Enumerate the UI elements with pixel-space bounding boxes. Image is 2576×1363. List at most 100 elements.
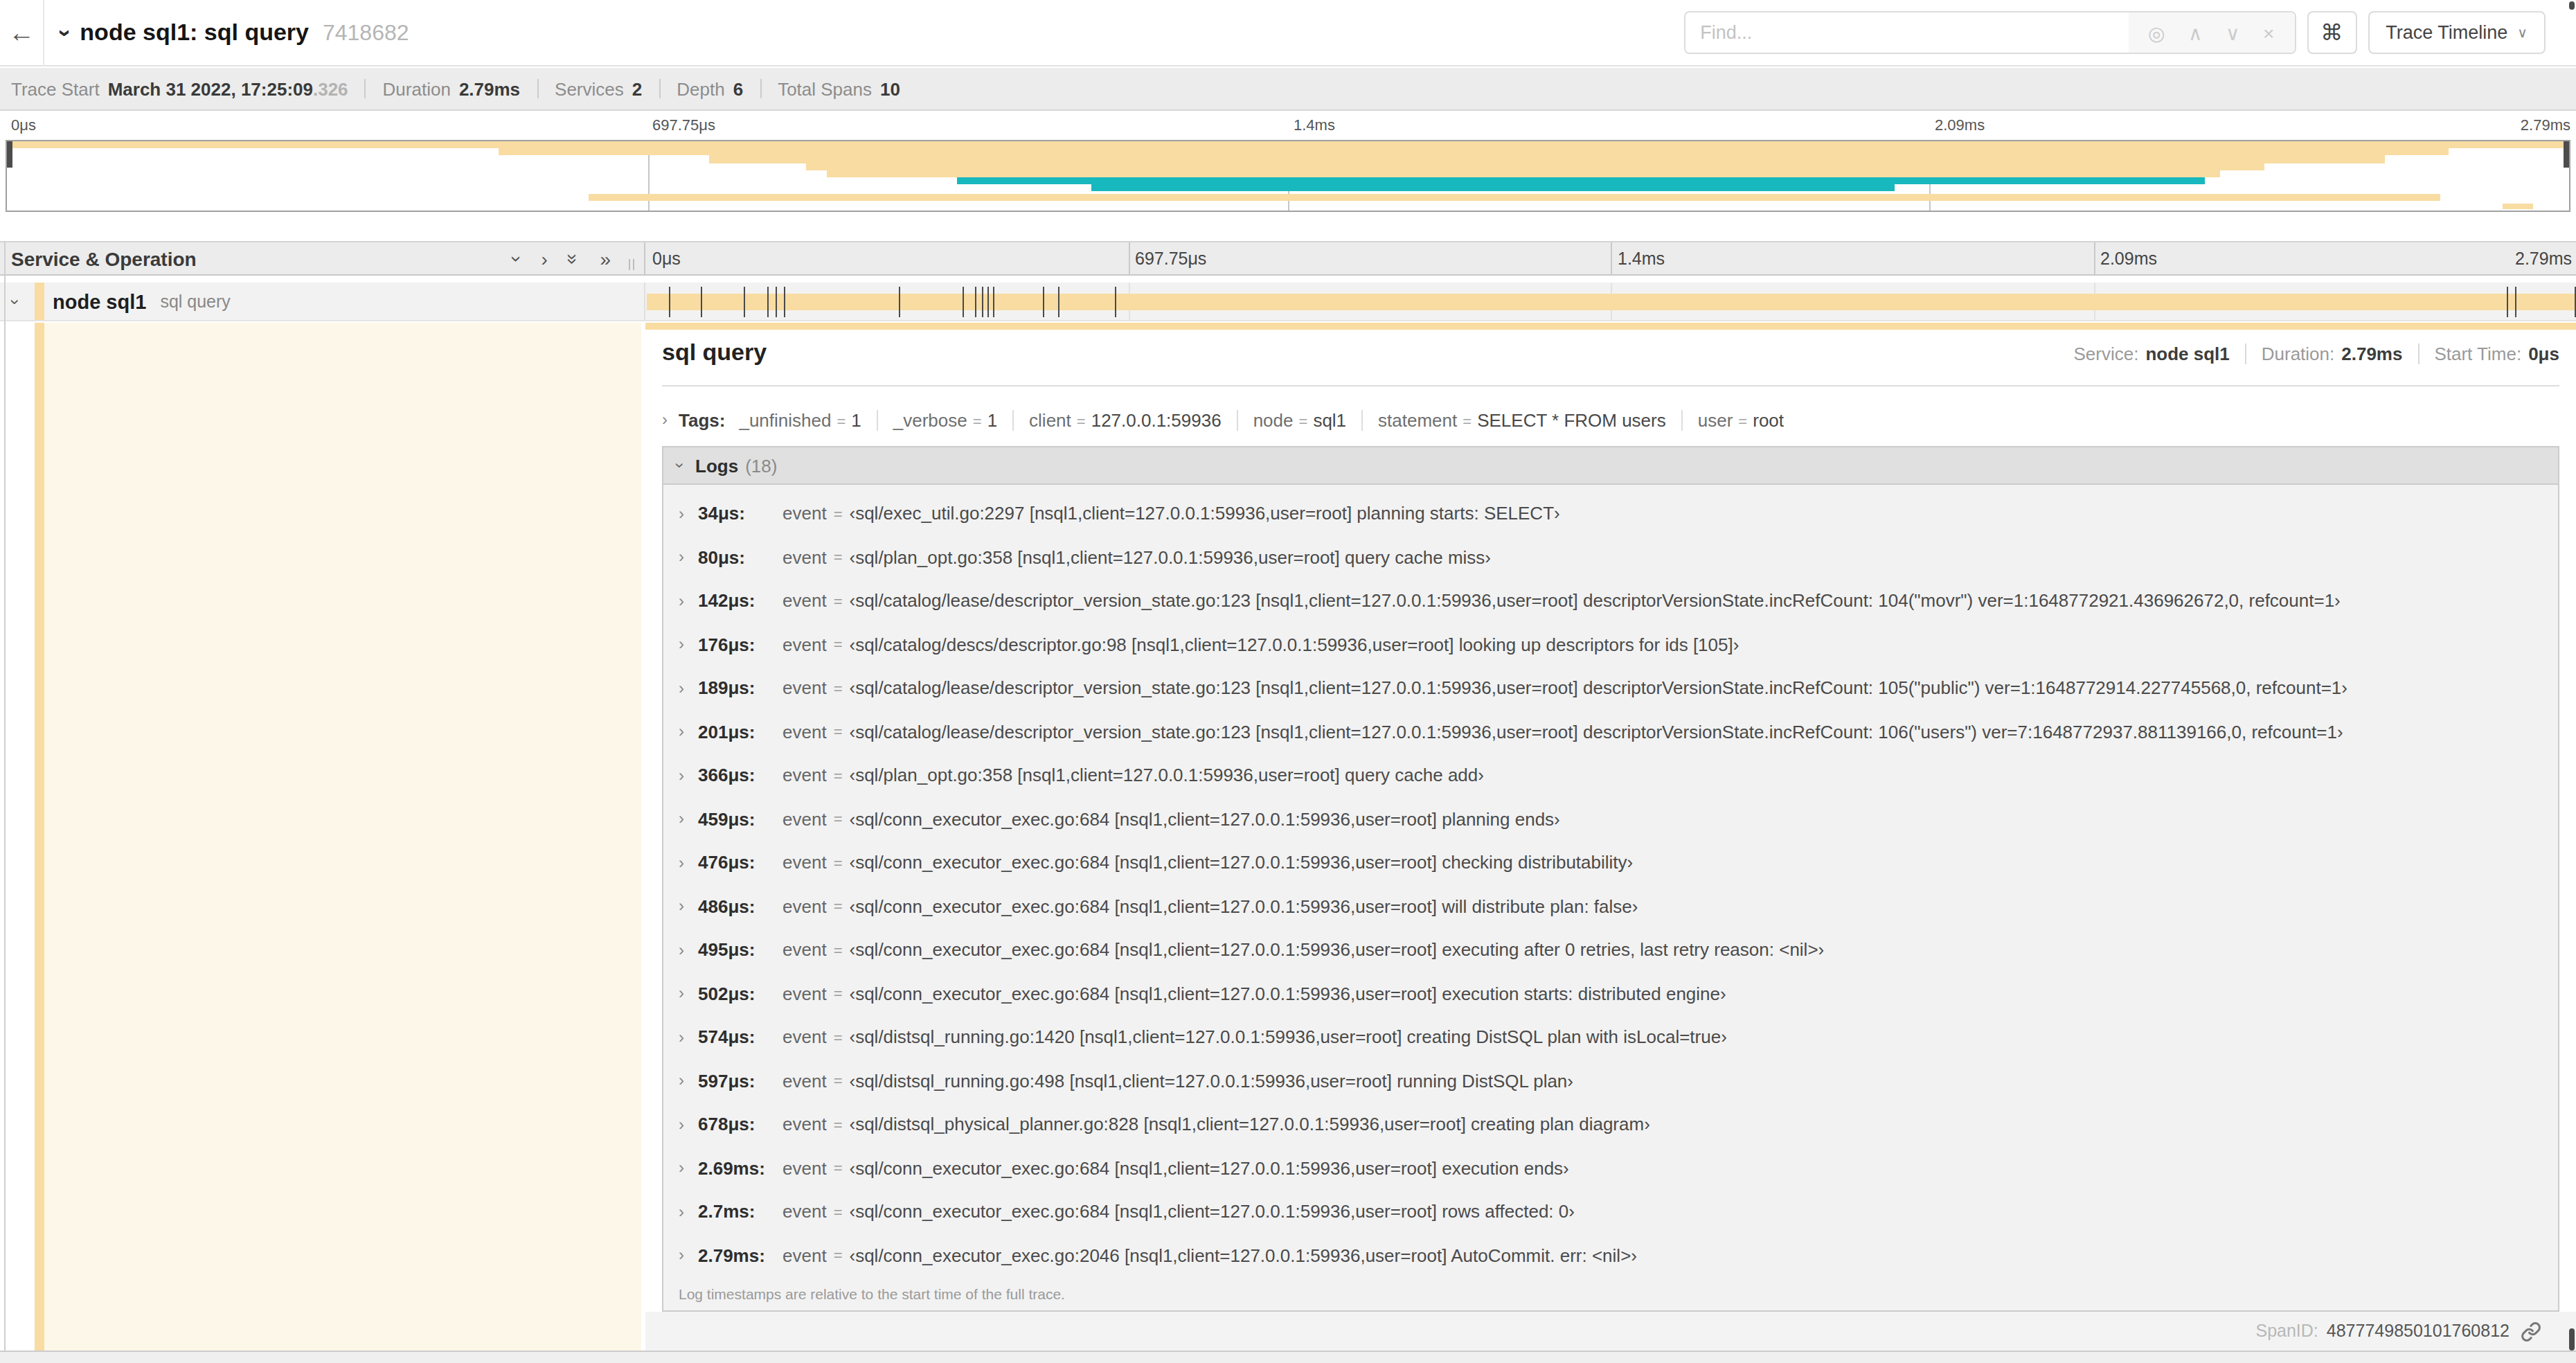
expand-one-icon[interactable]: › xyxy=(541,247,547,269)
span-log-marker[interactable] xyxy=(2515,287,2516,317)
span-log-marker[interactable] xyxy=(767,287,769,317)
span-log-marker[interactable] xyxy=(776,287,778,317)
span-bar[interactable] xyxy=(647,294,2575,310)
meta-separator xyxy=(365,79,366,98)
minimap-canvas[interactable] xyxy=(6,140,2570,212)
log-row[interactable]: ›476μs:event=‹sql/conn_executor_exec.go:… xyxy=(663,841,2558,884)
tag-item: user=root xyxy=(1698,409,1784,430)
minimap-scrubber-right[interactable] xyxy=(2564,141,2569,168)
collapse-all-icon[interactable]: » xyxy=(563,253,585,264)
tag-separator xyxy=(1012,409,1014,430)
log-time: 459μs: xyxy=(698,809,782,830)
collapse-controls: › › » » xyxy=(514,242,611,274)
back-button[interactable]: ← xyxy=(0,0,44,66)
find-next-icon[interactable]: ∨ xyxy=(2226,21,2240,44)
trace-collapse-chevron-icon[interactable]: › xyxy=(51,28,79,36)
scrollbar-thumb-top[interactable] xyxy=(2569,1,2575,10)
log-time: 486μs: xyxy=(698,896,782,917)
scrollbar-thumb-bottom[interactable] xyxy=(2569,1328,2575,1351)
find-clear-icon[interactable]: × xyxy=(2263,21,2274,44)
span-log-marker[interactable] xyxy=(669,287,670,317)
tag-value: sql1 xyxy=(1313,409,1346,430)
log-row[interactable]: ›201μs:event=‹sql/catalog/lease/descript… xyxy=(663,710,2558,754)
find-match-icon[interactable]: ◎ xyxy=(2148,21,2165,44)
column-resize-handle[interactable] xyxy=(629,259,634,270)
tag-separator xyxy=(1361,409,1363,430)
log-row[interactable]: ›142μs:event=‹sql/catalog/lease/descript… xyxy=(663,579,2558,623)
bottom-strip xyxy=(0,1351,2576,1363)
log-time: 142μs: xyxy=(698,591,782,612)
log-row[interactable]: ›574μs:event=‹sql/distsql_running.go:142… xyxy=(663,1015,2558,1059)
span-log-marker[interactable] xyxy=(982,287,983,317)
meta-separator xyxy=(760,79,761,98)
tag-value: 1 xyxy=(851,409,861,430)
ruler-tick-label: 0μs xyxy=(652,249,681,269)
log-row[interactable]: ›2.7ms:event=‹sql/conn_executor_exec.go:… xyxy=(663,1190,2558,1233)
log-time: 476μs: xyxy=(698,853,782,873)
span-log-marker[interactable] xyxy=(701,287,702,317)
span-log-marker[interactable] xyxy=(785,287,786,317)
span-collapse-chevron-icon[interactable]: › xyxy=(6,299,25,304)
log-field-value: ‹sql/exec_util.go:2297 [nsql1,client=127… xyxy=(850,504,1560,524)
tag-key: node xyxy=(1253,409,1294,430)
log-field-key: event xyxy=(782,1114,827,1135)
span-log-marker[interactable] xyxy=(975,287,976,317)
span-row[interactable]: › node sql1 sql query xyxy=(0,283,2576,321)
logs-header[interactable]: › Logs (18) xyxy=(663,447,2558,485)
span-row-timeline[interactable] xyxy=(645,283,2576,320)
log-row[interactable]: ›34μs:event=‹sql/exec_util.go:2297 [nsql… xyxy=(663,492,2558,535)
expand-all-icon[interactable]: » xyxy=(600,247,611,269)
collapse-one-icon[interactable]: › xyxy=(506,255,528,261)
log-row[interactable]: ›2.69ms:event=‹sql/conn_executor_exec.go… xyxy=(663,1146,2558,1190)
span-log-marker[interactable] xyxy=(744,287,745,317)
detail-meta-item: Service:node sql1 xyxy=(2073,344,2229,364)
equals-sign: = xyxy=(1299,412,1308,429)
tags-row[interactable]: ›Tags:_unfinished=1_verbose=1client=127.… xyxy=(662,399,2559,440)
meta-label: Duration xyxy=(383,78,451,99)
trace-view-dropdown[interactable]: Trace Timeline ∨ xyxy=(2368,11,2546,54)
span-log-marker[interactable] xyxy=(988,287,990,317)
meta-item: Depth6 xyxy=(677,78,743,99)
span-log-marker[interactable] xyxy=(2507,287,2508,317)
log-field-key: event xyxy=(782,940,827,961)
ruler-tick-line xyxy=(1128,242,1129,274)
keyboard-shortcuts-button[interactable]: ⌘ xyxy=(2307,11,2356,54)
equals-sign: = xyxy=(834,811,843,828)
find-prev-icon[interactable]: ∧ xyxy=(2188,21,2203,44)
detail-meta-item: Start Time:0μs xyxy=(2434,344,2559,364)
find-input[interactable] xyxy=(1685,12,2128,53)
minimap-tick-label: 2.79ms xyxy=(2521,116,2570,133)
minimap-scrubber-left[interactable] xyxy=(7,141,12,168)
span-log-marker[interactable] xyxy=(1043,287,1044,317)
log-row[interactable]: ›502μs:event=‹sql/conn_executor_exec.go:… xyxy=(663,972,2558,1015)
log-row[interactable]: ›459μs:event=‹sql/conn_executor_exec.go:… xyxy=(663,797,2558,841)
span-log-marker[interactable] xyxy=(963,287,965,317)
log-row[interactable]: ›678μs:event=‹sql/distsql_physical_plann… xyxy=(663,1103,2558,1146)
span-log-marker[interactable] xyxy=(993,287,994,317)
equals-sign: = xyxy=(834,680,843,697)
log-row[interactable]: ›486μs:event=‹sql/conn_executor_exec.go:… xyxy=(663,884,2558,928)
chevron-right-icon: › xyxy=(679,1159,698,1178)
equals-sign: = xyxy=(834,898,843,915)
log-row[interactable]: ›2.79ms:event=‹sql/conn_executor_exec.go… xyxy=(663,1233,2558,1277)
span-log-marker[interactable] xyxy=(1115,287,1116,317)
span-log-marker[interactable] xyxy=(899,287,900,317)
trace-title: node sql1: sql query xyxy=(80,19,309,46)
log-row[interactable]: ›597μs:event=‹sql/distsql_running.go:498… xyxy=(663,1059,2558,1103)
equals-sign: = xyxy=(973,412,982,429)
log-row[interactable]: ›80μs:event=‹sql/plan_opt.go:358 [nsql1,… xyxy=(663,535,2558,579)
ruler-tick-label: 1.4ms xyxy=(1618,249,1665,269)
logs-title: Logs xyxy=(695,455,738,476)
minimap-span-bar xyxy=(2503,203,2533,208)
log-row[interactable]: ›366μs:event=‹sql/plan_opt.go:358 [nsql1… xyxy=(663,754,2558,797)
log-row[interactable]: ›495μs:event=‹sql/conn_executor_exec.go:… xyxy=(663,928,2558,972)
ruler-tick-label: 2.79ms xyxy=(2515,249,2572,269)
link-icon[interactable] xyxy=(2521,1321,2541,1342)
meta-value: 2.79ms xyxy=(459,78,520,99)
log-row[interactable]: ›176μs:event=‹sql/catalog/descs/descript… xyxy=(663,623,2558,666)
equals-sign: = xyxy=(834,636,843,653)
span-row-name-cell[interactable]: › node sql1 sql query xyxy=(0,283,645,320)
log-row[interactable]: ›189μs:event=‹sql/catalog/lease/descript… xyxy=(663,666,2558,710)
span-log-marker[interactable] xyxy=(1059,287,1060,317)
log-time: 176μs: xyxy=(698,634,782,655)
